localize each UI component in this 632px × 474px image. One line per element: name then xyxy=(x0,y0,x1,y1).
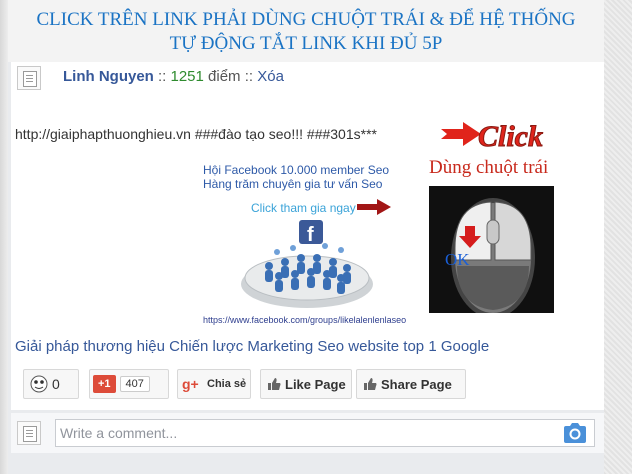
points-value: 1251 xyxy=(170,68,204,85)
post-text[interactable]: http://giaiphapthuonghieu.vn ###đào tạo … xyxy=(15,126,377,142)
arrow-right-icon xyxy=(441,122,481,146)
promo-line-1: Hội Facebook 10.000 member Seo xyxy=(203,163,390,177)
mouse-icon: OK xyxy=(429,186,554,313)
reaction-button[interactable]: 0 xyxy=(23,369,79,399)
click-banner-text: Click xyxy=(478,120,543,152)
svg-text:g+: g+ xyxy=(182,376,199,392)
promo-url[interactable]: https://www.facebook.com/groups/likelale… xyxy=(203,315,406,325)
avatar-placeholder-icon[interactable] xyxy=(17,66,41,90)
mouse-caption: Dùng chuột trái xyxy=(429,157,548,178)
arrow-right-icon xyxy=(357,199,391,215)
gplus-one-button[interactable]: +1 407 xyxy=(89,369,169,399)
people-crowd-icon[interactable]: f xyxy=(233,214,375,312)
facebook-letter: f xyxy=(307,224,314,246)
camera-icon[interactable] xyxy=(562,422,588,444)
meta-separator: :: xyxy=(153,68,171,85)
share-page-label: Share Page xyxy=(381,376,452,392)
comment-box xyxy=(11,413,604,453)
post-card: Linh Nguyen :: 1251 điểm :: Xóa http://g… xyxy=(11,62,604,410)
gplus-one-label: +1 xyxy=(93,375,116,393)
post-meta: Linh Nguyen :: 1251 điểm :: Xóa xyxy=(63,68,284,85)
comment-input[interactable] xyxy=(55,419,595,447)
ok-label: OK xyxy=(445,250,470,269)
gplus-share-button[interactable]: g+ Chia sẻ xyxy=(177,369,251,399)
left-border xyxy=(0,0,8,474)
avatar-placeholder-icon xyxy=(17,421,41,445)
author-name[interactable]: Linh Nguyen xyxy=(63,68,154,85)
click-banner[interactable]: Click xyxy=(477,118,559,153)
page-headline: CLICK TRÊN LINK PHẢI DÙNG CHUỘT TRÁI & Đ… xyxy=(8,8,604,56)
google-plus-icon: g+ xyxy=(182,376,199,392)
meta-separator: :: xyxy=(240,68,258,85)
like-page-button[interactable]: Like Page xyxy=(260,369,352,399)
thumbs-up-icon xyxy=(364,378,377,390)
emoji-icon xyxy=(30,375,48,393)
headline-line-2: TỰ ĐỘNG TẮT LINK KHI ĐỦ 5P xyxy=(169,33,443,54)
promo-cta[interactable]: Click tham gia ngay xyxy=(251,201,356,215)
promo-line-2: Hàng trăm chuyên gia tư vấn Seo xyxy=(203,177,383,191)
post-description-link[interactable]: Giải pháp thương hiệu Chiến lược Marketi… xyxy=(15,338,489,355)
headline-line-1: CLICK TRÊN LINK PHẢI DÙNG CHUỘT TRÁI & Đ… xyxy=(36,9,576,30)
right-scroll-area xyxy=(604,0,632,474)
gplus-count: 407 xyxy=(119,376,150,392)
thumbs-up-icon xyxy=(268,378,281,390)
points-unit: điểm xyxy=(203,68,241,85)
like-page-label: Like Page xyxy=(285,376,346,392)
delete-link[interactable]: Xóa xyxy=(257,68,284,85)
share-page-button[interactable]: Share Page xyxy=(356,369,466,399)
reaction-count: 0 xyxy=(52,376,60,392)
mouse-caption-text: Dùng chuột trái xyxy=(429,157,548,178)
gplus-share-label: Chia sẻ xyxy=(207,378,247,390)
